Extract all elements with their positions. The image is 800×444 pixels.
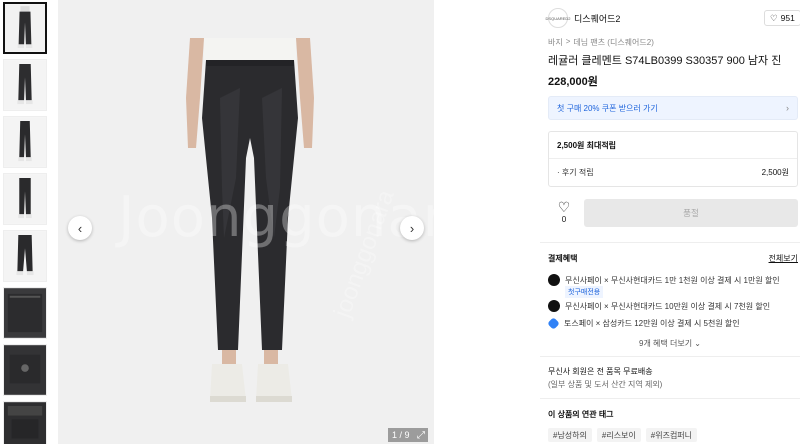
benefit-text: 무신사페이 × 무신사현대카드 10만원 이상 결제 시 7천원 할인 [565,301,771,311]
wishlist-button[interactable]: ♡ 0 [554,200,574,224]
breadcrumb-item[interactable]: 바지 [548,37,563,48]
seller-name[interactable]: 디스퀘어드2 [574,12,620,25]
thumbnail-8[interactable] [3,401,47,444]
shipping-note: (일부 상품 및 도서 산간 지역 제외) [548,380,663,389]
benefit-item: 토스페이 × 삼성카드 12만원 이상 결제 시 5천원 할인 [547,317,740,330]
seller-info[interactable]: DSQUARED2 디스퀘어드2 [546,8,620,28]
product-price: 228,000원 [548,76,598,88]
heart-icon: ♡ [557,199,571,215]
heart-outline-icon: ♡ [770,12,778,23]
thumbnail-5[interactable] [3,230,47,282]
divider [540,356,800,357]
tag-chip[interactable]: #리스보이 [596,428,641,442]
benefit-text: 무신사페이 × 무신사현대카드 1만 1천원 이상 결제 시 1만원 할인 [565,275,780,285]
expand-button[interactable]: ⤢ [414,428,428,442]
benefits-view-all[interactable]: 전체보기 [769,253,798,264]
coupon-label: 첫 구매 20% 쿠폰 받으러 가기 [557,103,658,113]
review-points-label: · 후기 적립 [557,168,594,177]
product-title: 레귤러 클레멘트 S74LB0399 S30357 900 남자 진 [548,55,782,67]
review-points-value: 2,500원 [761,168,789,177]
brand-like-button[interactable]: ♡ 951 [764,10,800,26]
benefit-item: 무신사페이 × 무신사현대카드 1만 1천원 이상 결제 시 1만원 할인 [548,274,780,286]
benefit-text: 토스페이 × 삼성카드 12만원 이상 결제 시 5천원 할인 [564,319,740,328]
benefits-title: 결제혜택 [548,254,578,263]
first-purchase-tag: 첫구매전용 [565,286,604,298]
seller-logo: DSQUARED2 [546,8,570,28]
breadcrumb-separator: > [565,37,571,46]
thumbnail-7[interactable] [3,344,47,396]
chevron-right-icon: › [409,220,415,236]
chevron-right-icon: › [786,103,789,113]
divider [540,242,800,243]
thumbnail-4[interactable] [3,173,47,225]
thumbnail-2[interactable] [3,59,47,111]
main-product-image: Joonggonara joonggonara ‹ › 1 / 9 ⤢ [58,0,434,444]
tag-chip[interactable]: #위즈컴퍼니 [645,428,698,442]
benefit-item: 무신사페이 × 무신사현대카드 10만원 이상 결제 시 7천원 할인 [548,300,770,312]
next-image-button[interactable]: › [400,216,424,240]
wishlist-count: 0 [561,215,567,224]
divider [540,398,800,399]
thumbnail-1[interactable] [3,2,47,54]
image-counter: 1 / 9 [388,428,414,442]
brand-like-count: 951 [780,13,795,23]
thumbnail-3[interactable] [3,116,47,168]
thumbnail-list [0,0,50,444]
coupon-banner[interactable]: 첫 구매 20% 쿠폰 받으러 가기 › [548,96,798,120]
toss-pay-icon [547,317,560,330]
more-benefits-button[interactable]: 9개 혜택 더보기 ⌄ [540,338,800,349]
chevron-left-icon: ‹ [77,220,83,236]
breadcrumb-item[interactable]: 데님 팬츠 (디스퀘어드2) [573,37,653,48]
watermark-small: joonggonara [328,186,400,322]
prev-image-button[interactable]: ‹ [68,216,92,240]
musinsa-pay-icon [548,274,560,286]
related-tags: #남성하의 #리스보이 #위즈컴퍼니 [548,428,698,442]
model-jeans-image [186,38,314,402]
max-points: 2,500원 최대적립 [557,141,617,150]
breadcrumb: 바지 > 데님 팬츠 (디스퀘어드2) [548,37,654,48]
musinsa-pay-icon [548,300,560,312]
shipping-title: 무신사 회원은 전 품목 무료배송 [548,367,653,376]
tag-chip[interactable]: #남성하의 [548,428,592,442]
sold-out-button[interactable]: 품절 [584,199,798,227]
divider [549,158,797,159]
thumbnail-6[interactable] [3,287,47,339]
expand-icon: ⤢ [417,429,425,441]
points-box: 2,500원 최대적립 · 후기 적립 2,500원 [548,131,798,187]
product-info-panel: DSQUARED2 디스퀘어드2 ♡ 951 바지 > 데님 팬츠 (디스퀘어드… [540,0,800,444]
related-tags-title: 이 상품의 연관 태그 [548,410,614,419]
